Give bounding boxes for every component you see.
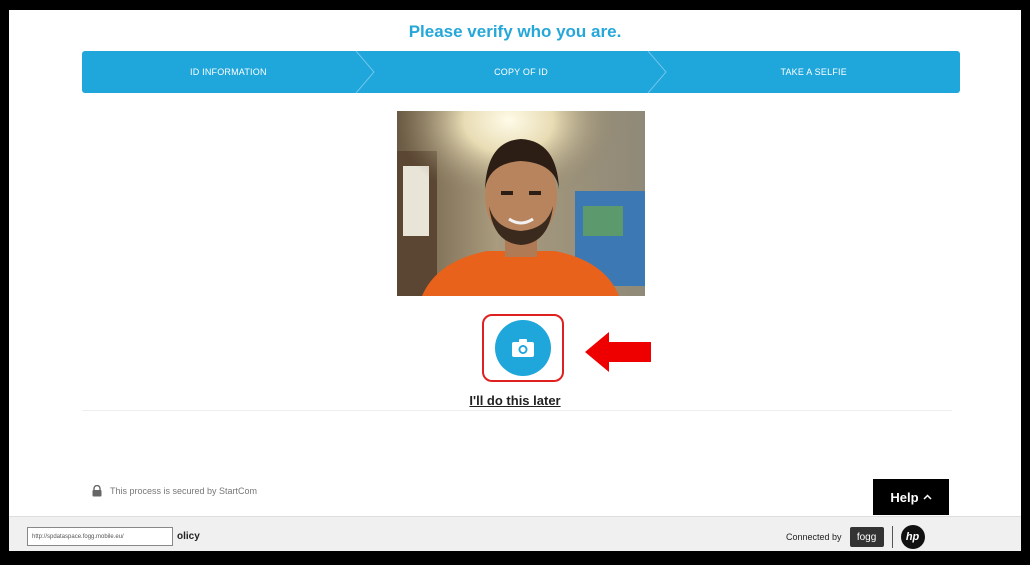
step-separator <box>355 51 375 93</box>
verification-page: Please verify who you are. ID INFORMATIO… <box>9 10 1021 551</box>
security-notice: This process is secured by StartCom <box>92 485 257 497</box>
step-separator <box>647 51 668 93</box>
webcam-preview <box>397 111 645 296</box>
page-title: Please verify who you are. <box>408 22 622 41</box>
selfie-image <box>397 111 645 296</box>
step-copy-of-id: COPY OF ID <box>375 51 668 93</box>
help-button[interactable]: Help <box>873 479 949 515</box>
hp-logo: hp <box>900 525 925 549</box>
fogg-logo: fogg <box>849 527 884 547</box>
divider <box>82 410 952 411</box>
step-label: TAKE A SELFIE <box>780 67 847 77</box>
step-label: COPY OF ID <box>494 67 548 77</box>
take-photo-button[interactable] <box>495 320 551 376</box>
connected-by-label: Connected by <box>786 532 842 542</box>
do-this-later-link[interactable]: I'll do this later <box>9 393 1021 408</box>
camera-icon <box>512 339 534 357</box>
red-arrow-annotation <box>585 332 651 372</box>
security-text: This process is secured by StartCom <box>110 486 258 496</box>
footer-bar: http://spdataspace.fogg.mobile.eu/ olicy… <box>9 516 1021 551</box>
logo-separator <box>891 526 893 548</box>
help-label: Help <box>890 489 919 505</box>
step-take-a-selfie: TAKE A SELFIE <box>667 51 960 93</box>
screen-frame: Please verify who you are. ID INFORMATIO… <box>0 0 1030 565</box>
step-id-information: ID INFORMATION <box>82 51 375 93</box>
progress-steps: ID INFORMATION COPY OF ID TAKE A SELFIE <box>82 51 960 93</box>
camera-highlight-box <box>482 314 564 382</box>
lock-icon <box>92 485 102 497</box>
connected-by-group: Connected by fogg hp <box>786 525 925 549</box>
status-url-tooltip: http://spdataspace.fogg.mobile.eu/ <box>27 527 173 546</box>
chevron-up-icon <box>923 494 932 500</box>
policy-link[interactable]: olicy <box>177 531 200 542</box>
step-label: ID INFORMATION <box>190 67 267 77</box>
